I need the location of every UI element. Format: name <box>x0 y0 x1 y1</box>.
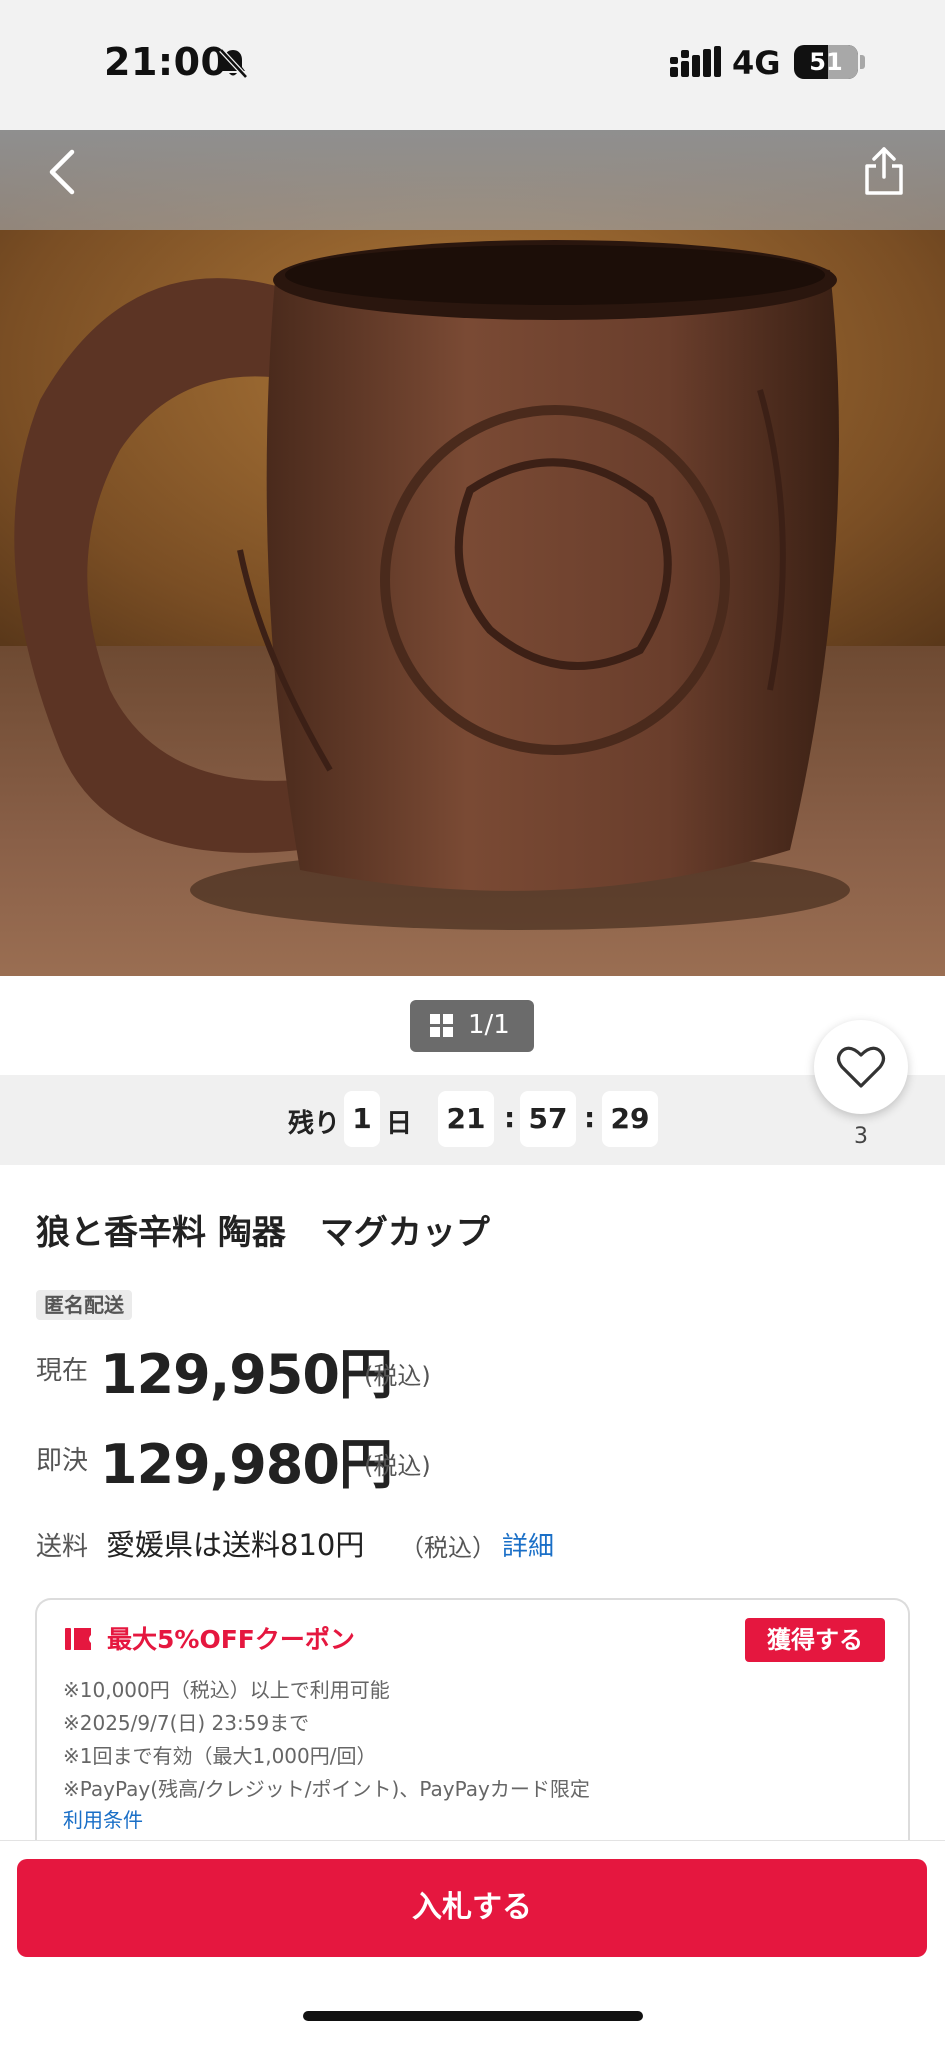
anonymous-shipping-badge: 匿名配送 <box>36 1290 132 1320</box>
cellular-signal-icon <box>670 46 721 77</box>
coupon-condition: ※10,000円（税込）以上で利用可能 <box>63 1678 390 1702</box>
coupon-condition: ※PayPay(残高/クレジット/ポイント)、PayPayカード限定 <box>63 1777 590 1801</box>
bottom-action-bar: 入札する <box>0 1840 945 2048</box>
current-price-label: 現在 <box>36 1356 89 1386</box>
countdown-days: 1 <box>344 1091 380 1147</box>
countdown-separator: : <box>504 1101 516 1134</box>
countdown-hours: 21 <box>438 1091 494 1147</box>
product-image[interactable] <box>0 130 945 976</box>
countdown-minutes: 57 <box>520 1091 576 1147</box>
coupon-condition: ※2025/9/7(日) 23:59まで <box>63 1711 310 1735</box>
heart-icon <box>836 1046 886 1088</box>
watch-button[interactable] <box>814 1020 908 1114</box>
battery-level: 51 <box>809 48 843 76</box>
shipping-label: 送料 <box>36 1532 89 1562</box>
buyout-price-label: 即決 <box>36 1446 89 1476</box>
battery-tip <box>860 55 865 69</box>
chevron-left-icon[interactable] <box>42 148 82 196</box>
current-price: 129,950円 <box>100 1343 393 1406</box>
remaining-label: 残り <box>288 1109 341 1139</box>
buyout-price: 129,980円 <box>100 1433 393 1496</box>
current-price-tax: (税込) <box>364 1362 431 1390</box>
coupon-terms-link[interactable]: 利用条件 <box>63 1804 143 1833</box>
grid-icon <box>430 1014 453 1037</box>
bid-button[interactable]: 入札する <box>17 1859 927 1957</box>
coupon-ticket-icon <box>65 1628 91 1650</box>
page-count: 1/1 <box>468 1010 510 1040</box>
shipping-tax: （税込） <box>400 1534 496 1562</box>
get-coupon-button[interactable]: 獲得する <box>745 1618 885 1662</box>
item-title: 狼と香辛料 陶器 マグカップ <box>36 1213 490 1253</box>
coupon-title: 最大5%OFFクーポン <box>107 1625 355 1654</box>
mug-illustration <box>14 240 850 930</box>
status-time: 21:00 <box>104 40 228 84</box>
status-bar: 21:00 4G 51 <box>0 0 945 130</box>
shipping-detail-link[interactable]: 詳細 <box>502 1526 554 1563</box>
watch-count: 3 <box>854 1124 868 1149</box>
auction-countdown: 残り 1 日 21 : 57 : 29 <box>0 1075 945 1165</box>
nav-overlay <box>0 130 945 230</box>
coupon-card: 最大5%OFFクーポン 獲得する ※10,000円（税込）以上で利用可能 ※20… <box>35 1598 910 1858</box>
day-label: 日 <box>386 1109 413 1139</box>
share-icon[interactable] <box>862 146 906 196</box>
network-type: 4G <box>732 44 781 82</box>
home-indicator[interactable] <box>303 2011 643 2021</box>
buyout-price-tax: (税込) <box>364 1452 431 1480</box>
countdown-seconds: 29 <box>602 1091 658 1147</box>
battery-icon: 51 <box>794 45 858 79</box>
shipping-cost: 愛媛県は送料810円 <box>106 1528 365 1562</box>
countdown-separator: : <box>584 1101 596 1134</box>
coupon-condition: ※1回まで有効（最大1,000円/回） <box>63 1744 377 1768</box>
bell-muted-icon <box>219 48 248 79</box>
image-page-indicator[interactable]: 1/1 <box>410 1000 534 1052</box>
